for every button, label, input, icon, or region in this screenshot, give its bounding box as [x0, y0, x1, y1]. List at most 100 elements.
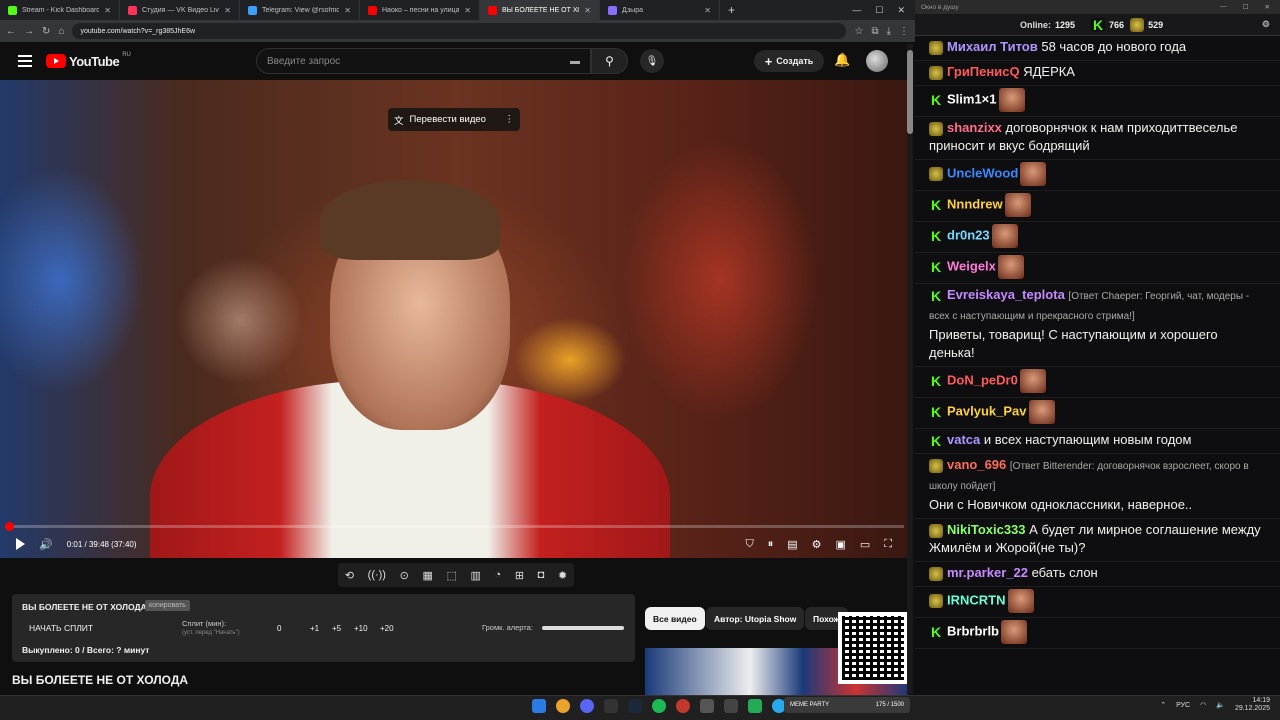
subtitles-icon[interactable]: ▤	[787, 538, 797, 551]
tab-close-icon[interactable]: ✕	[224, 6, 231, 15]
terminal-icon[interactable]	[724, 699, 738, 713]
chat-nick[interactable]: DoN_peDr0	[947, 372, 1018, 387]
maximize-button[interactable]: ☐	[875, 5, 883, 16]
steam-icon[interactable]	[628, 699, 642, 713]
new-tab-button[interactable]: +	[720, 3, 743, 17]
chat-nick[interactable]: Weigelx	[947, 258, 996, 273]
crop-icon[interactable]: ⬚	[446, 569, 456, 582]
tab-close-icon[interactable]: ✕	[464, 6, 471, 15]
chat-nick[interactable]: Михаил Титов	[947, 39, 1038, 54]
translate-video-button[interactable]: 文 Перевести видео ⋮	[388, 108, 520, 131]
extensions-icon[interactable]: ⧉	[871, 26, 878, 37]
create-button[interactable]: + Создать	[754, 50, 824, 72]
chat-nick[interactable]: Brbrbrlb	[947, 623, 999, 638]
tab-close-icon[interactable]: ✕	[104, 6, 111, 15]
browser-tab[interactable]: ВЫ БОЛЕЕТЕ НЕ ОТ ХОЛОДА ✕	[480, 0, 600, 20]
snapshot-icon[interactable]: ◘	[538, 569, 545, 581]
camera-icon[interactable]: ⊙	[400, 569, 409, 582]
tab-close-icon[interactable]: ✕	[584, 6, 591, 15]
chat-close-button[interactable]: ✕	[1265, 3, 1270, 11]
keyboard-icon[interactable]: ▬	[570, 56, 580, 67]
autoplay-toggle[interactable]: ⏸	[768, 538, 774, 551]
play-icon[interactable]	[16, 538, 25, 550]
chat-message[interactable]: Kvatca и всех наступающим новым годом	[915, 429, 1280, 454]
progress-scrubber[interactable]	[5, 522, 14, 531]
tab-close-icon[interactable]: ✕	[704, 6, 711, 15]
add-1-button[interactable]: +1	[310, 624, 319, 633]
search-button[interactable]: ⚲	[591, 48, 628, 74]
menu-icon[interactable]: ⋮	[899, 26, 909, 37]
url-field[interactable]: youtube.com/watch?v=_rg385JhE6w	[72, 23, 847, 39]
chip-all-videos[interactable]: Все видео	[645, 607, 705, 630]
chat-message[interactable]: ГриПенисQ ЯДЕРКА	[915, 61, 1280, 86]
chat-nick[interactable]: shanzixx	[947, 120, 1002, 135]
chat-nick[interactable]: mr.parker_22	[947, 565, 1028, 580]
browser-tab[interactable]: Наоко – песни на улицах, арт-... ✕	[360, 0, 480, 20]
chat-message[interactable]: shanzixx договорнячок к нам приходиттвес…	[915, 117, 1280, 160]
chat-message[interactable]: UncleWood	[915, 160, 1280, 191]
wifi-icon[interactable]: ◠	[1200, 701, 1206, 709]
settings-gear-icon[interactable]: ⚙	[812, 538, 822, 551]
browser-tab[interactable]: Stream - Kick Dashboard ✕	[0, 0, 120, 20]
chat-nick[interactable]: NikiToxic333	[947, 522, 1026, 537]
frames-icon[interactable]: ▥	[471, 569, 481, 582]
add-5-button[interactable]: +5	[332, 624, 341, 633]
star-icon[interactable]: ☆	[854, 26, 863, 37]
add-20-button[interactable]: +20	[380, 624, 394, 633]
film-icon[interactable]: ▦	[422, 569, 432, 582]
chat-message[interactable]: mr.parker_22 ебать слон	[915, 562, 1280, 587]
download-icon[interactable]: ⤓	[887, 26, 891, 37]
discord-icon[interactable]	[580, 699, 594, 713]
chat-message[interactable]: K Brbrbrlb	[915, 618, 1280, 649]
add-10-button[interactable]: +10	[354, 624, 368, 633]
close-button[interactable]: ✕	[897, 5, 905, 16]
chat-message[interactable]: K DoN_peDr0	[915, 367, 1280, 398]
chat-message[interactable]: K Evreiskaya_teplota [Ответ Chaeper: Геор…	[915, 284, 1280, 367]
chat-minimize-button[interactable]: —	[1220, 3, 1227, 11]
chat-nick[interactable]: UncleWood	[947, 165, 1018, 180]
audio-icon[interactable]: ((·))	[368, 569, 386, 581]
theater-mode-icon[interactable]: ▭	[860, 538, 870, 551]
screenshot-icon[interactable]: ⊞	[515, 569, 524, 582]
alert-volume-slider[interactable]	[542, 626, 624, 630]
more-options-icon[interactable]: ⋮	[505, 114, 515, 125]
chat-nick[interactable]: vatca	[947, 432, 980, 447]
miniplayer-icon[interactable]: ▣	[835, 538, 845, 551]
chat-nick[interactable]: vano_696	[947, 457, 1006, 472]
chat-nick[interactable]: Nnndrew	[947, 196, 1003, 211]
chat-message[interactable]: K Pavlyuk_Pav	[915, 398, 1280, 429]
fullscreen-icon[interactable]: ⛶	[884, 538, 892, 551]
lang-indicator[interactable]: РУС	[1176, 702, 1190, 709]
browser-tab[interactable]: Студия — VK Видео Live ✕	[120, 0, 240, 20]
gamepad-icon[interactable]	[700, 699, 714, 713]
hamburger-menu-icon[interactable]	[18, 52, 32, 70]
spotify-icon[interactable]	[652, 699, 666, 713]
youtube-logo[interactable]: YouTube RU	[46, 52, 131, 69]
chat-message[interactable]: Kdr0n23	[915, 222, 1280, 253]
chip-author[interactable]: Автор: Utopia Show	[706, 607, 805, 630]
account-avatar[interactable]	[866, 50, 888, 72]
chat-messages[interactable]: Михаил Титов 58 часов до нового года ГриП…	[915, 36, 1280, 695]
chat-message[interactable]: Михаил Титов 58 часов до нового года	[915, 36, 1280, 61]
copy-button[interactable]: копировать	[145, 600, 190, 611]
page-scrollbar-thumb[interactable]	[907, 50, 913, 134]
search-input[interactable]: Введите запрос ▬	[256, 48, 591, 74]
chat-message[interactable]: K Slim1×1	[915, 86, 1280, 117]
tab-close-icon[interactable]: ✕	[344, 6, 351, 15]
chat-maximize-button[interactable]: ☐	[1243, 3, 1249, 11]
reload-icon[interactable]: ↻	[42, 26, 50, 37]
meme-party-widget[interactable]: МЕМЕ PARTY 175 / 1500	[784, 697, 910, 713]
loop-icon[interactable]: ⟲	[345, 569, 354, 582]
forward-icon[interactable]: →	[24, 26, 34, 37]
minimize-button[interactable]: —	[852, 5, 861, 16]
sponsor-shield-icon[interactable]: ⛉	[745, 538, 753, 551]
home-icon[interactable]: ⌂	[58, 26, 64, 37]
video-progress-bar[interactable]	[5, 522, 904, 531]
chevron-up-icon[interactable]: ⌃	[1160, 701, 1166, 709]
back-icon[interactable]: ←	[6, 26, 16, 37]
page-scrollbar[interactable]	[907, 44, 913, 694]
app-icon[interactable]	[676, 699, 690, 713]
start-split-button[interactable]: НАЧАТЬ СПЛИТ	[29, 623, 93, 633]
clock[interactable]: 14:19 29.12.2025	[1235, 697, 1270, 713]
chat-message[interactable]: vano_696 [Ответ Bitterender: договорнячо…	[915, 454, 1280, 519]
